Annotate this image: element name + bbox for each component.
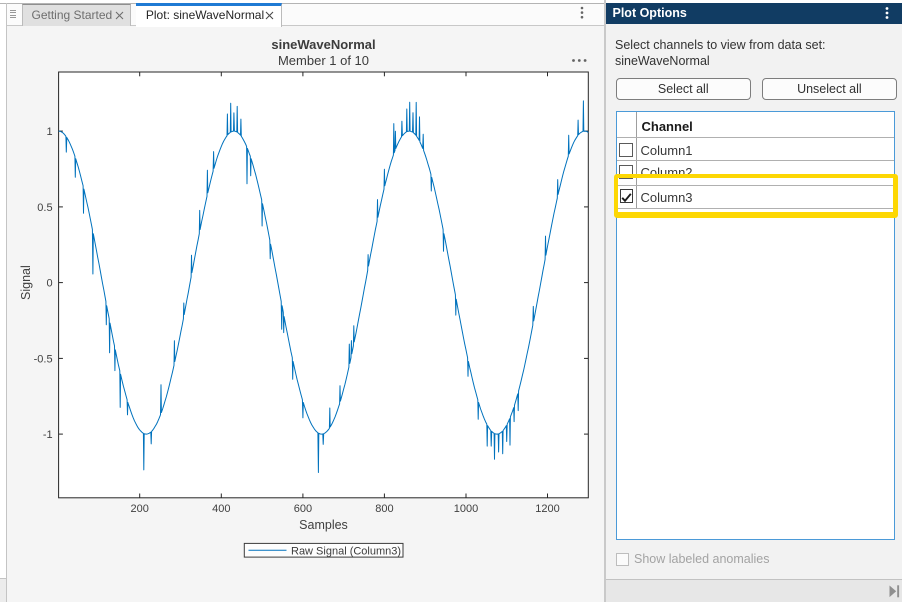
svg-text:1000: 1000 (454, 503, 478, 515)
svg-text:Samples: Samples (299, 518, 348, 532)
svg-text:-0.5: -0.5 (34, 353, 53, 365)
svg-text:Member 1 of 10: Member 1 of 10 (278, 53, 369, 68)
svg-text:-1: -1 (43, 429, 53, 441)
svg-text:0.5: 0.5 (37, 202, 52, 214)
svg-text:600: 600 (294, 503, 312, 515)
svg-text:Signal: Signal (19, 265, 33, 300)
svg-text:sineWaveNormal: sineWaveNormal (271, 37, 375, 52)
svg-text:800: 800 (375, 503, 393, 515)
svg-text:1: 1 (46, 126, 52, 138)
svg-text:Raw Signal (Column3): Raw Signal (Column3) (291, 546, 401, 558)
svg-text:400: 400 (212, 503, 230, 515)
svg-text:1200: 1200 (535, 503, 559, 515)
svg-text:0: 0 (46, 278, 52, 290)
svg-text:200: 200 (131, 503, 149, 515)
